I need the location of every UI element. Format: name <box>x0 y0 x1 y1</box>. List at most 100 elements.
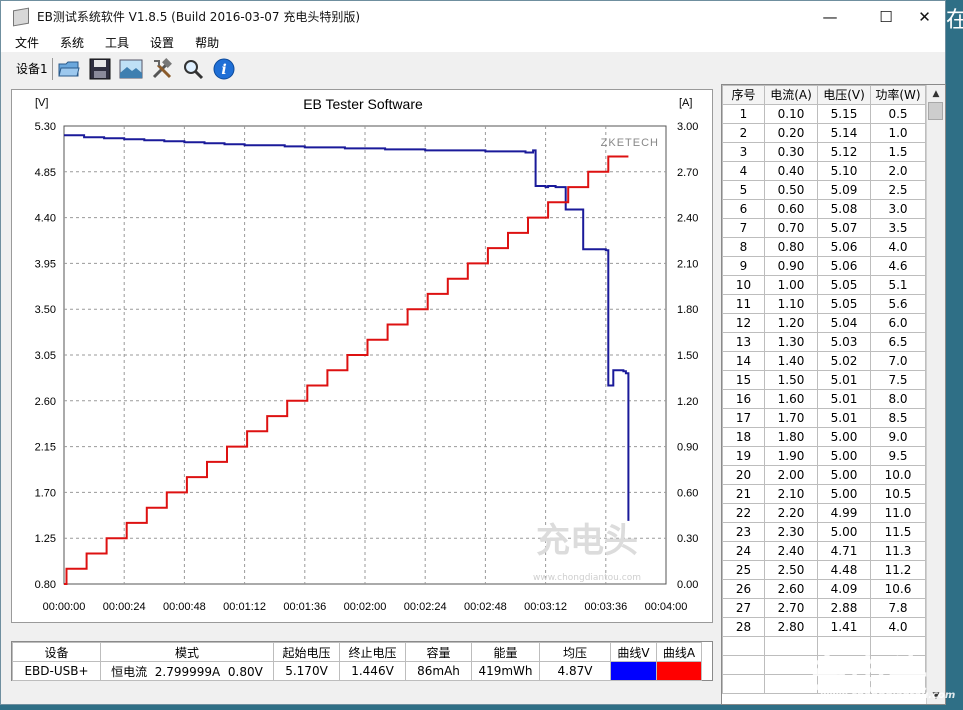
table-row[interactable]: 15 1.50 5.01 7.5 <box>722 370 926 390</box>
table-scrollbar[interactable]: ▲ ▼ <box>926 85 945 704</box>
cell-power: 9.0 <box>870 427 926 447</box>
menu-file[interactable]: 文件 <box>1 34 46 51</box>
table-row[interactable]: 28 2.80 1.41 4.0 <box>722 617 926 637</box>
table-body: 1 0.10 5.15 0.5 2 0.20 5.14 1.0 3 0.30 5.12 1.5 4 0.4… <box>722 104 926 694</box>
table-row[interactable]: 11 1.10 5.05 5.6 <box>722 294 926 314</box>
cell-current: 2.00 <box>764 465 818 485</box>
x-tick-label: 00:02:24 <box>404 601 447 613</box>
table-row[interactable]: 9 0.90 5.06 4.6 <box>722 256 926 276</box>
right-axis-unit: [A] <box>679 97 692 109</box>
col-header-voltage[interactable]: 电压(V) <box>817 85 871 105</box>
table-header-row: 序号 电流(A) 电压(V) 功率(W) <box>722 85 926 105</box>
curve-a-color-swatch[interactable] <box>656 661 702 681</box>
table-row[interactable]: 20 2.00 5.00 10.0 <box>722 465 926 485</box>
table-row[interactable]: 16 1.60 5.01 8.0 <box>722 389 926 409</box>
table-row[interactable]: 10 1.00 5.05 5.1 <box>722 275 926 295</box>
cell-current: 0.90 <box>764 256 818 276</box>
y-right-tick-label: 2.40 <box>677 213 698 225</box>
summary-end-voltage: 1.446V <box>339 661 406 681</box>
col-header-power[interactable]: 功率(W) <box>870 85 926 105</box>
cell-current: 1.80 <box>764 427 818 447</box>
cell-index: 1 <box>722 104 765 124</box>
y-right-tick-label: 0.00 <box>677 579 698 591</box>
info-icon[interactable]: i <box>212 57 236 81</box>
table-row[interactable]: 17 1.70 5.01 8.5 <box>722 408 926 428</box>
close-button[interactable]: ✕ <box>904 1 945 32</box>
cell-voltage: 5.00 <box>817 522 871 542</box>
cell-current: 0.70 <box>764 218 818 238</box>
zoom-magnifier-icon[interactable] <box>181 57 205 81</box>
cell-index: 14 <box>722 351 765 371</box>
title-bar[interactable]: EB测试系统软件 V1.8.5 (Build 2016-03-07 充电头特别版… <box>1 1 945 32</box>
y-right-tick-label: 1.20 <box>677 396 698 408</box>
cell-voltage: 5.06 <box>817 237 871 257</box>
summary-header-capacity: 容量 <box>405 642 472 662</box>
cell-current: 2.80 <box>764 617 818 637</box>
y-right-tick-label: 1.80 <box>677 304 698 316</box>
table-row[interactable]: 24 2.40 4.71 11.3 <box>722 541 926 561</box>
cell-power: 10.6 <box>870 579 926 599</box>
y-left-tick-label: 5.30 <box>35 121 56 133</box>
table-row[interactable]: 22 2.20 4.99 11.0 <box>722 503 926 523</box>
scroll-thumb[interactable] <box>928 102 943 120</box>
table-row[interactable]: 25 2.50 4.48 11.2 <box>722 560 926 580</box>
y-right-tick-label: 2.10 <box>677 258 698 270</box>
x-tick-label: 00:02:48 <box>464 601 507 613</box>
table-row[interactable]: 21 2.10 5.00 10.5 <box>722 484 926 504</box>
data-table-panel: 序号 电流(A) 电压(V) 功率(W) 1 0.10 5.15 0.5 2 0.20 5.… <box>721 84 946 705</box>
table-row[interactable]: 27 2.70 2.88 7.8 <box>722 598 926 618</box>
landscape-image-icon[interactable] <box>119 57 143 81</box>
table-row[interactable]: 3 0.30 5.12 1.5 <box>722 142 926 162</box>
y-right-tick-label: 0.60 <box>677 487 698 499</box>
y-left-tick-label: 3.05 <box>35 350 56 362</box>
table-row[interactable]: 1 0.10 5.15 0.5 <box>722 104 926 124</box>
data-table: 序号 电流(A) 电压(V) 功率(W) 1 0.10 5.15 0.5 2 0.20 5.… <box>722 85 926 694</box>
y-right-tick-label: 0.30 <box>677 533 698 545</box>
cell-index: 21 <box>722 484 765 504</box>
table-row[interactable]: 19 1.90 5.00 9.5 <box>722 446 926 466</box>
cell-index: 20 <box>722 465 765 485</box>
open-folder-icon[interactable] <box>57 57 81 81</box>
table-row[interactable]: 23 2.30 5.00 11.5 <box>722 522 926 542</box>
cell-voltage: 1.41 <box>817 617 871 637</box>
table-row[interactable]: 26 2.60 4.09 10.6 <box>722 579 926 599</box>
menu-settings[interactable]: 设置 <box>136 34 181 51</box>
table-row[interactable]: 18 1.80 5.00 9.0 <box>722 427 926 447</box>
table-row[interactable]: 13 1.30 5.03 6.5 <box>722 332 926 352</box>
toolbar-separator <box>51 57 53 80</box>
svg-text:i: i <box>221 62 226 78</box>
device-selector[interactable]: 设备1 <box>16 60 48 77</box>
menu-help[interactable]: 帮助 <box>181 34 226 51</box>
cell-voltage: 4.09 <box>817 579 871 599</box>
cell-index: 16 <box>722 389 765 409</box>
table-row[interactable]: 8 0.80 5.06 4.0 <box>722 237 926 257</box>
table-row[interactable]: 2 0.20 5.14 1.0 <box>722 123 926 143</box>
cell-power: 11.2 <box>870 560 926 580</box>
cell-index: 9 <box>722 256 765 276</box>
scroll-up-arrow-icon[interactable]: ▲ <box>927 85 945 102</box>
cell-voltage: 5.05 <box>817 275 871 295</box>
table-row[interactable]: 5 0.50 5.09 2.5 <box>722 180 926 200</box>
minimize-button[interactable]: — <box>807 1 853 32</box>
cell-power: 7.0 <box>870 351 926 371</box>
cell-index: 26 <box>722 579 765 599</box>
menu-tools[interactable]: 工具 <box>91 34 136 51</box>
table-row[interactable]: 4 0.40 5.10 2.0 <box>722 161 926 181</box>
table-row[interactable]: 6 0.60 5.08 3.0 <box>722 199 926 219</box>
curve-v-color-swatch[interactable] <box>610 661 657 681</box>
table-row[interactable]: 7 0.70 5.07 3.5 <box>722 218 926 238</box>
cell-index: 4 <box>722 161 765 181</box>
y-right-tick-label: 3.00 <box>677 121 698 133</box>
x-tick-label: 00:03:36 <box>584 601 627 613</box>
cell-voltage: 5.00 <box>817 427 871 447</box>
summary-table: 设备 模式 起始电压 终止电压 容量 能量 均压 曲线V 曲线A EBD-USB… <box>12 642 702 681</box>
chart-title: EB Tester Software <box>303 96 423 112</box>
menu-system[interactable]: 系统 <box>46 34 91 51</box>
tools-icon[interactable] <box>150 57 174 81</box>
table-row[interactable]: 14 1.40 5.02 7.0 <box>722 351 926 371</box>
save-disk-icon[interactable] <box>88 57 112 81</box>
table-row[interactable]: 12 1.20 5.04 6.0 <box>722 313 926 333</box>
col-header-current[interactable]: 电流(A) <box>764 85 818 105</box>
col-header-index[interactable]: 序号 <box>722 85 765 105</box>
maximize-button[interactable]: ☐ <box>863 1 909 32</box>
